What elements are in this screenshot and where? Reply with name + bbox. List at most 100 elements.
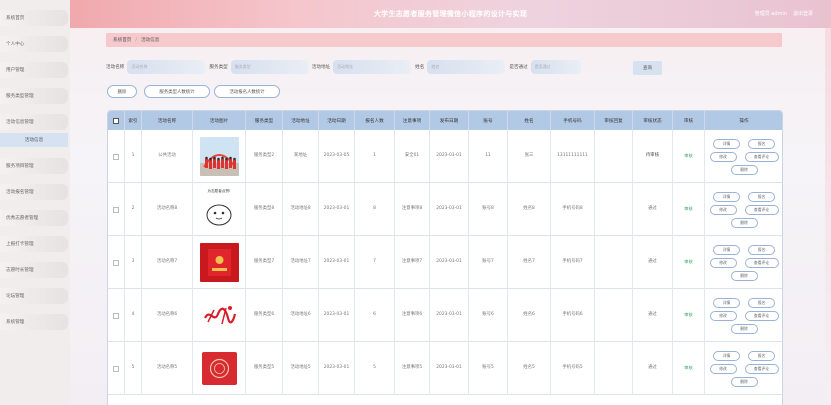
query-button[interactable]: 查询 [633, 61, 662, 75]
select-all-checkbox[interactable] [113, 117, 119, 124]
cell-phone: 13111111111 [551, 130, 595, 183]
row-actions: 详情 报名 修改 查看评论删除 [706, 191, 782, 228]
edit-button[interactable]: 修改 [709, 151, 737, 162]
view-comments-button[interactable]: 查看评论 [744, 151, 779, 162]
detail-button[interactable]: 详情 [713, 138, 740, 149]
sidebar-item[interactable]: 用户管理 [0, 62, 68, 78]
column-header: 注意事项 [395, 111, 430, 130]
actions-cell: 详情 报名 修改 查看评论删除 [705, 183, 782, 236]
row-delete-button[interactable]: 删除 [730, 323, 758, 334]
cell-status: 通过 [633, 183, 673, 236]
sidebar-item[interactable]: 服务项目管理 [0, 158, 68, 174]
row-checkbox[interactable] [113, 259, 119, 266]
cell-addr: 活动地址6 [283, 289, 319, 342]
signup-button[interactable]: 报名 [748, 350, 775, 361]
cell-pub: 2023-03-01 [430, 289, 469, 342]
search-label-pass: 是否通过 [509, 65, 528, 70]
column-header: 索引 [125, 111, 142, 130]
edit-button[interactable]: 修改 [709, 204, 737, 215]
cell-count: 6 [355, 289, 395, 342]
table-row: 4 活动名称6 服务类型6 活动地址6 2023-03-01 6 注意事项6 2023-03-… [108, 289, 782, 342]
column-header: 报名人数 [355, 111, 395, 130]
row-checkbox[interactable] [113, 206, 119, 213]
cell-acct: 账号5 [469, 342, 508, 395]
table-row: 3 活动名称7 服务类型7 活动地址7 2023-03-01 7 注意事项7 2023-03-… [108, 236, 782, 289]
sidebar-item[interactable]: 上报打卡管理 [0, 236, 68, 252]
cell-acct: 11 [469, 130, 508, 183]
row-delete-button[interactable]: 删除 [730, 270, 758, 281]
approved-select[interactable]: 是否通过 [530, 60, 581, 74]
activity-name-input[interactable]: 活动名称 [127, 60, 206, 74]
column-header: 活动日期 [319, 111, 355, 130]
sidebar-item[interactable]: 优秀志愿者管理 [0, 210, 68, 226]
row-checkbox[interactable] [113, 312, 119, 319]
sidebar-subitem-activity-info[interactable]: 活动信息 [0, 133, 68, 147]
cell-index: 1 [125, 130, 142, 183]
edit-button[interactable]: 修改 [709, 257, 737, 268]
row-delete-button[interactable]: 删除 [730, 217, 758, 228]
service-type-input[interactable]: 服务类型 [230, 60, 309, 74]
sidebar-item[interactable]: 论坛管理 [0, 288, 68, 304]
name-input[interactable]: 姓名 [427, 60, 506, 74]
column-header: 活动名称 [142, 111, 193, 130]
cell-date: 2023-03-01 [319, 183, 355, 236]
sidebar-item[interactable]: 活动报名管理 [0, 184, 68, 200]
activity-address-input[interactable]: 活动地址 [333, 60, 412, 74]
actions-cell: 详情 报名 修改 查看评论删除 [705, 236, 782, 289]
view-comments-button[interactable]: 查看评论 [744, 257, 779, 268]
delete-button[interactable]: 删除 [107, 85, 137, 98]
cell-addr: 某地址 [283, 130, 319, 183]
sidebar-item[interactable]: 志愿时长管理 [0, 262, 68, 278]
breadcrumb-home[interactable]: 系统首页 [113, 37, 131, 43]
edit-button[interactable]: 修改 [709, 363, 737, 374]
top-header: 大学生志愿者服务管理微信小程序的设计与实现 管理员 admin 退出登录 [70, 0, 831, 28]
signup-button[interactable]: 报名 [748, 297, 775, 308]
cell-audit[interactable]: 审核 [673, 342, 705, 395]
signup-button[interactable]: 报名 [748, 244, 775, 255]
service-type-stats-button[interactable]: 服务类型人数统计 [144, 85, 210, 98]
sidebar-item[interactable]: 个人中心 [0, 36, 68, 52]
cell-audit[interactable]: 审核 [673, 130, 705, 183]
column-header: 手机号码 [551, 111, 595, 130]
view-comments-button[interactable]: 查看评论 [744, 204, 779, 215]
sidebar-item[interactable]: 服务类型管理 [0, 88, 68, 104]
row-checkbox[interactable] [113, 153, 119, 160]
detail-button[interactable]: 详情 [713, 244, 740, 255]
actions-cell: 详情 报名 修改 查看评论删除 [705, 289, 782, 342]
cell-reply [595, 183, 633, 236]
cell-uname: 姓名5 [508, 342, 551, 395]
detail-button[interactable]: 详情 [713, 350, 740, 361]
signup-button[interactable]: 报名 [748, 191, 775, 202]
row-checkbox[interactable] [113, 365, 119, 372]
activity-image [199, 137, 239, 176]
cell-audit[interactable]: 审核 [673, 289, 705, 342]
activity-image-cell [193, 236, 246, 289]
cell-reply [595, 289, 633, 342]
cell-count: 5 [355, 342, 395, 395]
signup-button[interactable]: 报名 [748, 138, 775, 149]
edit-button[interactable]: 修改 [709, 310, 737, 321]
cell-note: 注意事项7 [395, 236, 430, 289]
view-comments-button[interactable]: 查看评论 [744, 310, 779, 321]
column-header [108, 111, 125, 130]
cell-status: 待审核 [633, 130, 673, 183]
detail-button[interactable]: 详情 [713, 297, 740, 308]
sidebar-item[interactable]: 活动信息管理 [0, 114, 68, 130]
detail-button[interactable]: 详情 [713, 191, 740, 202]
cell-name: 活动名称7 [142, 236, 193, 289]
sidebar: 系统首页个人中心用户管理服务类型管理 活动信息管理 服务项目管理 活动报名管理 优秀志愿… [0, 0, 70, 405]
cell-reply [595, 130, 633, 183]
view-comments-button[interactable]: 查看评论 [744, 363, 779, 374]
row-delete-button[interactable]: 删除 [730, 376, 758, 387]
cell-audit[interactable]: 审核 [673, 183, 705, 236]
right-edge [825, 28, 831, 405]
sidebar-item[interactable]: 系统管理 [0, 314, 68, 330]
logout-link[interactable]: 退出登录 [793, 10, 813, 17]
signup-stats-button[interactable]: 活动报名人数统计 [214, 85, 280, 98]
cell-type: 服务类型7 [246, 236, 283, 289]
cell-audit[interactable]: 审核 [673, 236, 705, 289]
sidebar-item[interactable]: 系统首页 [0, 10, 68, 26]
cell-note: 注意事项5 [395, 342, 430, 395]
cell-reply [595, 342, 633, 395]
row-delete-button[interactable]: 删除 [730, 164, 758, 175]
